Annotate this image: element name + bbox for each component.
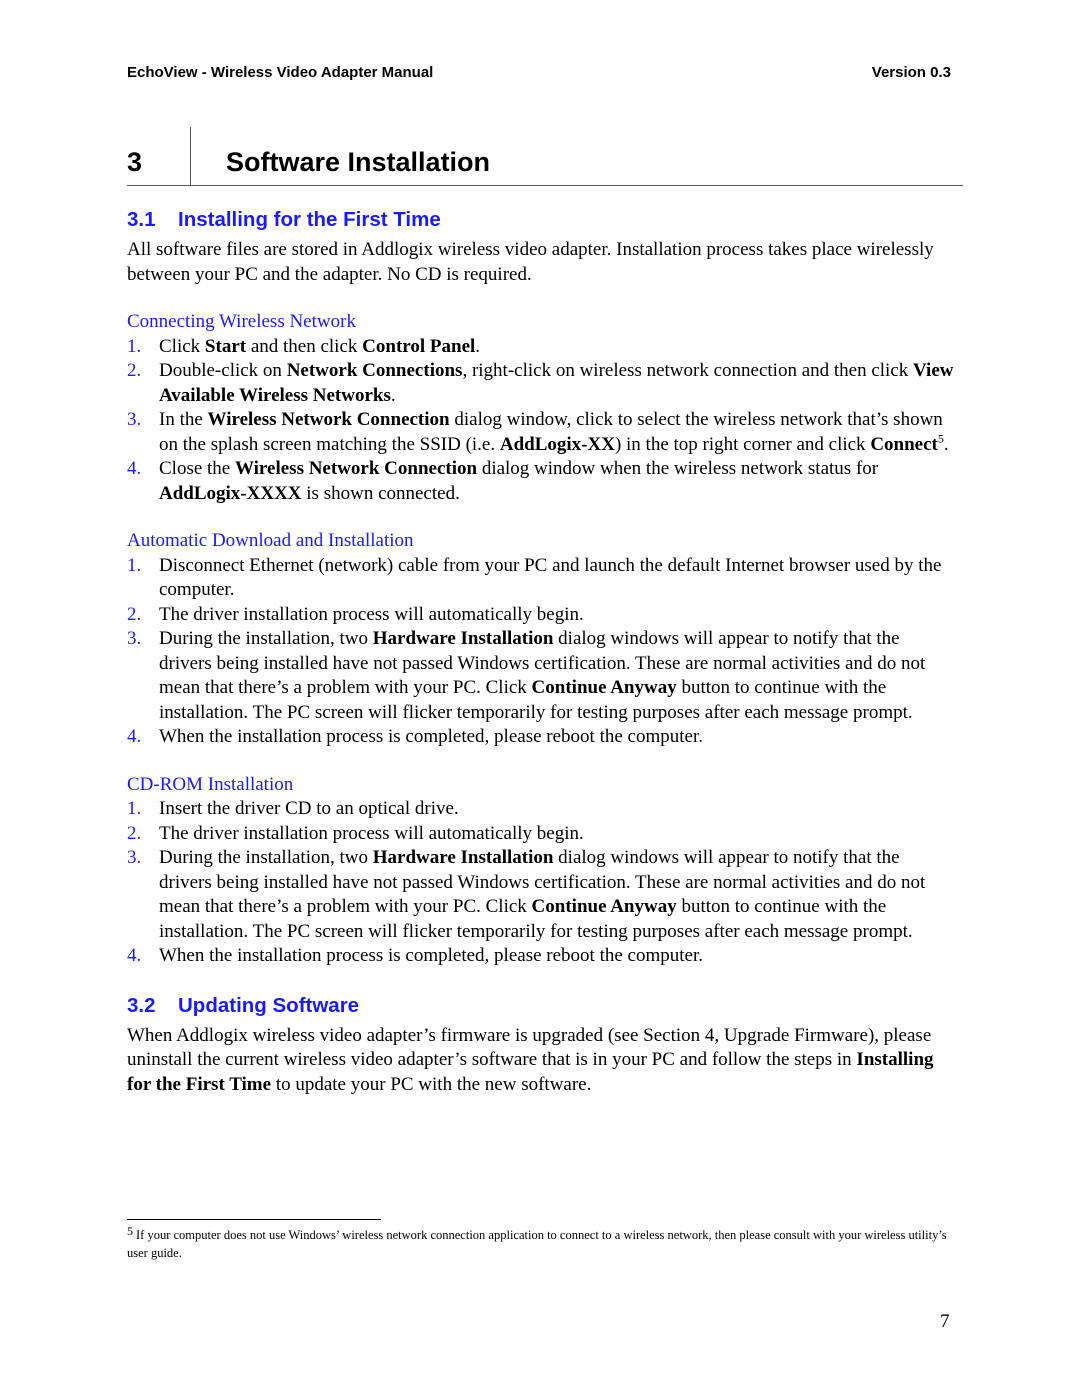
document-version: Version 0.3 xyxy=(871,64,951,81)
subsection-heading: CD-ROM Installation xyxy=(127,773,294,795)
text-run: Double-click on xyxy=(159,360,287,381)
text-run: When the installation process is complet… xyxy=(159,945,703,966)
section-body: When Addlogix wireless video adapter’s f… xyxy=(127,1024,957,1098)
list-item: 4. When the installation process is compl… xyxy=(127,725,957,750)
text-run: The driver installation process will aut… xyxy=(159,822,584,844)
text-run: to update your PC with the new software. xyxy=(271,1073,592,1095)
bold-term: Continue Anyway xyxy=(531,896,677,917)
step-list: 1. Disconnect Ethernet (network) cable fr… xyxy=(127,554,957,750)
bold-term: Network Connections xyxy=(286,360,463,381)
section-heading: 3.2 Updating Software xyxy=(127,991,957,1021)
bold-term: Wireless Network Connection xyxy=(235,458,478,479)
page-content: 3.1 Installing for the First Time All sof… xyxy=(127,205,957,1097)
chapter-divider xyxy=(190,127,191,185)
section-intro: All software files are stored in Addlogi… xyxy=(127,239,934,285)
text-run: is shown connected. xyxy=(301,482,460,504)
list-item: 2. The driver installation process will a… xyxy=(127,822,957,847)
list-item: 3. During the installation, two Hardware … xyxy=(127,846,957,944)
running-header: EchoView - Wireless Video Adapter Manual… xyxy=(127,64,951,81)
bold-term: Hardware Installation xyxy=(372,847,554,868)
text-run: When Addlogix wireless video adapter’s f… xyxy=(127,1024,932,1071)
text-run: . xyxy=(943,433,949,455)
text-run: . xyxy=(390,384,396,406)
list-number: 3. xyxy=(127,628,142,649)
list-number: 3. xyxy=(127,847,142,868)
text-run: During the installation, two xyxy=(159,847,373,868)
list-item: 1. Disconnect Ethernet (network) cable fr… xyxy=(127,554,957,603)
list-number: 4. xyxy=(127,726,142,747)
text-run: ) in the top right corner and click xyxy=(614,433,871,455)
chapter-heading: 3 Software Installation xyxy=(127,127,963,186)
list-item: 2. The driver installation process will a… xyxy=(127,603,957,628)
list-number: 1. xyxy=(127,554,142,576)
text-run: When the installation process is complet… xyxy=(159,726,703,747)
list-item: 1. Click Start and then click Control Pan… xyxy=(127,335,957,360)
section-number: 3.1 xyxy=(127,208,156,231)
subsection-heading: Connecting Wireless Network xyxy=(127,311,356,332)
bold-term: Continue Anyway xyxy=(531,677,677,698)
list-number: 1. xyxy=(127,798,142,819)
page-number: 7 xyxy=(940,1311,950,1332)
step-list: 1. Click Start and then click Control Pan… xyxy=(127,335,957,507)
bold-term: Connect xyxy=(870,433,938,455)
footnote-separator xyxy=(127,1219,381,1220)
step-list: 1. Insert the driver CD to an optical dri… xyxy=(127,797,957,969)
list-number: 4. xyxy=(127,945,142,966)
text-run: Click xyxy=(159,335,205,357)
list-number: 3. xyxy=(127,409,142,430)
text-run: dialog window when the wireless network … xyxy=(477,458,879,479)
section-title: Updating Software xyxy=(178,993,360,1017)
section-heading: 3.1 Installing for the First Time xyxy=(127,205,957,235)
bold-term: Wireless Network Connection xyxy=(207,409,450,430)
text-run: and then click xyxy=(246,335,363,357)
text-run: Close the xyxy=(159,458,235,479)
text-run: The driver installation process will aut… xyxy=(159,603,584,625)
chapter-title: Software Installation xyxy=(226,147,491,177)
list-number: 4. xyxy=(127,458,142,479)
list-item: 4. When the installation process is compl… xyxy=(127,944,957,969)
bold-term: AddLogix-XXXX xyxy=(159,482,302,504)
footnote-text: If your computer does not use Windows’ w… xyxy=(127,1228,947,1260)
bold-term: Control Panel xyxy=(362,335,476,357)
section-installing-first-time: 3.1 Installing for the First Time All sof… xyxy=(127,205,957,969)
list-number: 1. xyxy=(127,335,142,357)
text-run: . xyxy=(475,335,481,357)
subsections: Connecting Wireless Network 1. Click Start… xyxy=(127,310,957,969)
list-item: 3. In the Wireless Network Connection dia… xyxy=(127,408,957,457)
section-updating-software: 3.2 Updating Software When Addlogix wirel… xyxy=(127,991,957,1098)
list-item: 2. Double-click on Network Connections, r… xyxy=(127,359,957,408)
list-item: 3. During the installation, two Hardware … xyxy=(127,627,957,725)
footnote-mark: 5 xyxy=(127,1224,133,1238)
text-run: , right-click on wireless network connec… xyxy=(462,360,914,381)
text-run: In the xyxy=(159,409,208,430)
list-number: 2. xyxy=(127,822,142,844)
document-title: EchoView - Wireless Video Adapter Manual xyxy=(127,64,434,81)
text-run: Disconnect Ethernet (network) cable from… xyxy=(159,554,942,601)
bold-term: AddLogix-XX xyxy=(499,433,615,455)
bold-term: Start xyxy=(204,335,247,357)
bold-term: Hardware Installation xyxy=(372,628,554,649)
list-item: 4. Close the Wireless Network Connection … xyxy=(127,457,957,506)
section-title: Installing for the First Time xyxy=(178,208,441,231)
chapter-number: 3 xyxy=(127,147,143,177)
list-number: 2. xyxy=(127,360,142,381)
list-item: 1. Insert the driver CD to an optical dri… xyxy=(127,797,957,822)
section-number: 3.2 xyxy=(127,993,156,1017)
list-number: 2. xyxy=(127,603,142,625)
subsection-heading: Automatic Download and Installation xyxy=(127,530,414,551)
footnote: 5 If your computer does not use Windows’ … xyxy=(127,1224,957,1262)
text-run: During the installation, two xyxy=(159,628,373,649)
text-run: Insert the driver CD to an optical drive… xyxy=(159,798,459,819)
